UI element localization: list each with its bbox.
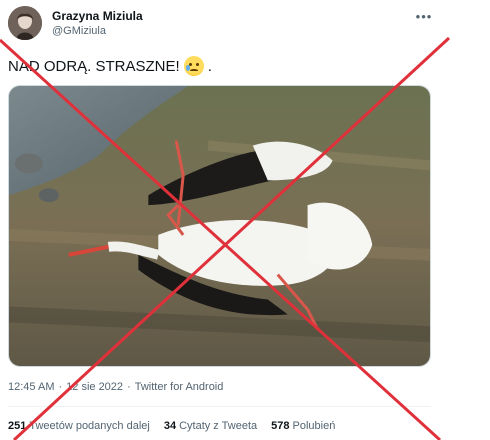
user-handle[interactable]: @GMiziula (52, 25, 106, 37)
likes-label: Polubień (292, 420, 336, 432)
tweet-text: NAD ODRĄ. STRASZNE! . (8, 56, 212, 76)
engagement-stats: 251 Tweetów podanych dalej 34 Cytaty z T… (8, 420, 335, 432)
more-options-button[interactable]: ••• (414, 8, 434, 24)
likes-count: 578 (271, 420, 290, 432)
tweet-source[interactable]: Twitter for Android (135, 381, 224, 393)
divider (8, 406, 431, 407)
tweet-text-body: NAD ODRĄ. STRASZNE! (8, 57, 180, 75)
quotes-label: Cytaty z Tweeta (179, 420, 258, 432)
tweet-image[interactable] (8, 85, 431, 367)
meta-separator: · (58, 381, 63, 393)
tweet-card: Grazyna Miziula @GMiziula ••• NAD ODRĄ. … (0, 0, 490, 440)
meta-separator: · (127, 381, 131, 393)
quotes-stat[interactable]: 34 Cytaty z Tweeta (164, 420, 257, 432)
tweet-metadata: 12:45 AM · 12 sie 2022 · Twitter for And… (8, 381, 223, 393)
likes-stat[interactable]: 578 Polubień (271, 420, 335, 432)
retweets-count: 251 (8, 420, 27, 432)
sad-tear-face-emoji (183, 56, 204, 76)
tweet-date[interactable]: 12 sie 2022 (66, 381, 123, 393)
tweet-time[interactable]: 12:45 AM (8, 381, 54, 393)
display-name[interactable]: Grazyna Miziula (52, 9, 143, 23)
retweets-label: Tweetów podanych dalej (29, 420, 150, 432)
avatar[interactable] (8, 6, 42, 40)
more-horizontal-icon: ••• (415, 8, 433, 24)
tweet-text-suffix: . (207, 57, 212, 75)
quotes-count: 34 (163, 420, 177, 432)
retweets-stat[interactable]: 251 Tweetów podanych dalej (8, 420, 150, 432)
